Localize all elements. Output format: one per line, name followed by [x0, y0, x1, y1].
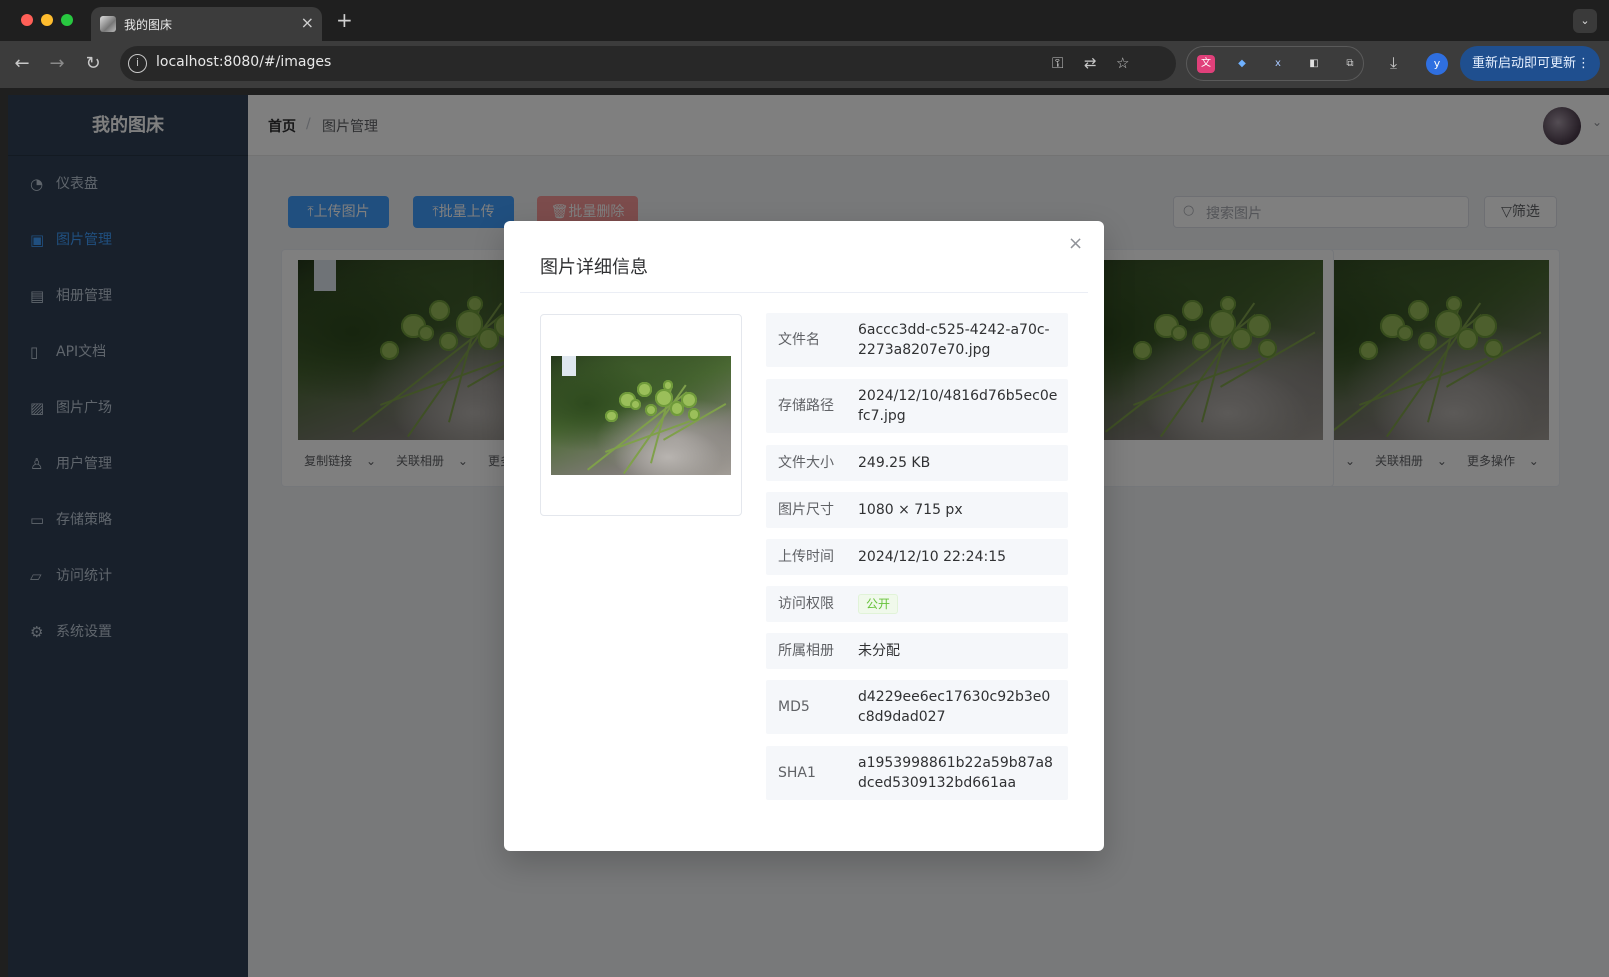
info-value: d4229ee6ec17630c92b3e0c8d9dad027 [858, 689, 1051, 725]
info-value: 未分配 [858, 643, 900, 659]
close-icon[interactable]: × [1068, 233, 1083, 254]
info-label: SHA1 [778, 765, 816, 781]
extensions-group: 文 ◆ x ◧ ⧉ [1186, 46, 1364, 81]
info-value: 2024/12/10/4816d76b5ec0efc7.jpg [858, 388, 1058, 424]
info-label: 存储路径 [778, 398, 834, 414]
info-label: MD5 [778, 699, 810, 715]
info-value: 6accc3dd-c525-4242-a70c-2273a8207e70.jpg [858, 322, 1050, 358]
info-row: 图片尺寸 1080 × 715 px [766, 492, 1068, 528]
translator-extension-icon[interactable]: 文 [1197, 55, 1215, 73]
gem-extension-icon[interactable]: ◆ [1233, 55, 1251, 73]
status-badge: 公开 [858, 594, 899, 614]
dialog-divider [520, 292, 1088, 293]
image-thumbnail[interactable] [551, 356, 731, 475]
x-extension-icon[interactable]: x [1269, 55, 1287, 73]
dialog-title: 图片详细信息 [540, 257, 648, 278]
info-row: SHA1 a1953998861b22a59b87a8dced5309132bd6… [766, 746, 1068, 800]
tab-search-icon[interactable]: ⌄ [1573, 9, 1597, 33]
window-zoom-button[interactable] [61, 14, 73, 26]
info-label: 文件大小 [778, 455, 834, 471]
new-tab-icon[interactable]: + [336, 8, 353, 32]
favicon-icon [100, 16, 116, 32]
browser-tab[interactable]: 我的图床 × [91, 7, 322, 41]
url-text[interactable]: localhost:8080/#/images [156, 54, 331, 70]
update-label: 重新启动即可更新 [1472, 56, 1577, 71]
download-icon[interactable]: ⤓ [1390, 53, 1397, 73]
window-close-button[interactable] [21, 14, 33, 26]
info-row: 所属相册 未分配 [766, 633, 1068, 669]
info-label: 所属相册 [778, 643, 834, 659]
profile-avatar[interactable]: y [1426, 53, 1448, 75]
info-value: 249.25 KB [858, 455, 931, 471]
info-row: 访问权限 公开 [766, 586, 1068, 622]
info-value: 1080 × 715 px [858, 502, 963, 518]
puzzle-extensions-icon[interactable]: ⧉ [1341, 55, 1359, 73]
forward-arrow-icon[interactable]: → [44, 51, 70, 77]
site-info-icon[interactable]: i [128, 54, 147, 73]
tab-title: 我的图床 [124, 18, 173, 32]
info-row: 存储路径 2024/12/10/4816d76b5ec0efc7.jpg [766, 379, 1068, 433]
address-bar[interactable]: i localhost:8080/#/images ⚿ ⇄ ☆ [120, 46, 1176, 81]
info-row: 文件名 6accc3dd-c525-4242-a70c-2273a8207e70.… [766, 313, 1068, 367]
back-arrow-icon[interactable]: ← [9, 51, 35, 77]
image-detail-dialog: 图片详细信息 × 文件名 6accc3dd-c525-4242-a70c-2273… [504, 221, 1104, 851]
image-preview[interactable] [540, 314, 742, 516]
kebab-menu-icon[interactable]: ⋮ [1577, 46, 1590, 81]
info-label: 文件名 [778, 332, 820, 348]
shield-extension-icon[interactable]: ◧ [1305, 55, 1323, 73]
tab-close-icon[interactable]: × [301, 13, 314, 32]
info-row: 文件大小 249.25 KB [766, 445, 1068, 481]
translate-icon[interactable]: ⇄ [1084, 54, 1097, 72]
info-row: MD5 d4229ee6ec17630c92b3e0c8d9dad027 [766, 680, 1068, 734]
bookmark-star-icon[interactable]: ☆ [1116, 54, 1129, 72]
window-minimize-button[interactable] [41, 14, 53, 26]
reload-icon[interactable]: ↻ [80, 51, 106, 77]
info-value: 2024/12/10 22:24:15 [858, 549, 1007, 565]
info-row: 上传时间 2024/12/10 22:24:15 [766, 539, 1068, 575]
browser-tab-bar: 我的图床 × + ⌄ [0, 0, 1609, 41]
password-key-icon[interactable]: ⚿ [1052, 54, 1063, 72]
info-label: 图片尺寸 [778, 502, 834, 518]
info-label: 上传时间 [778, 549, 834, 565]
update-button[interactable]: 重新启动即可更新 ⋮ [1460, 46, 1600, 81]
info-value: 公开 [858, 594, 1058, 614]
info-value: a1953998861b22a59b87a8dced5309132bd661aa [858, 755, 1053, 791]
browser-toolbar: ← → ↻ i localhost:8080/#/images ⚿ ⇄ ☆ 文 … [0, 41, 1609, 88]
info-label: 访问权限 [778, 596, 834, 612]
